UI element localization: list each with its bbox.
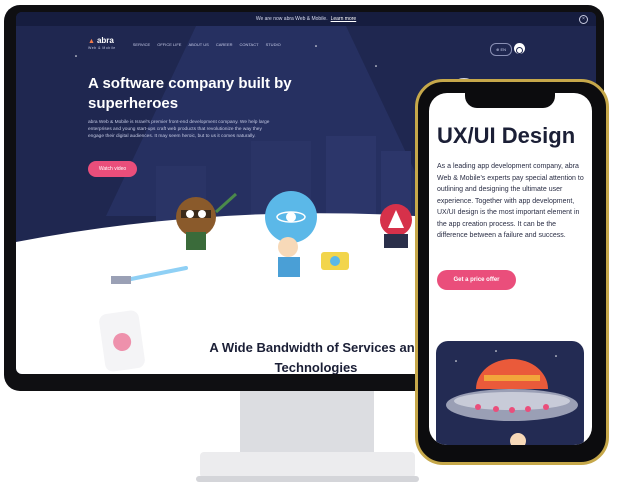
nav-item-service[interactable]: SERVICE bbox=[133, 42, 151, 47]
price-offer-button[interactable]: Get a price offer bbox=[437, 270, 516, 290]
announcement-banner: We are now abra Web & Mobile. Learn more … bbox=[16, 12, 596, 26]
monitor-stand-neck bbox=[240, 391, 374, 453]
phone-page-title: UX/UI Design bbox=[437, 123, 576, 148]
close-icon[interactable]: × bbox=[579, 15, 588, 24]
floating-card bbox=[98, 309, 146, 373]
phone-screen: UX/UI Design As a leading app developmen… bbox=[429, 93, 592, 445]
phone-page-text: As a leading app development company, ab… bbox=[437, 163, 584, 239]
phone-notch bbox=[465, 89, 555, 108]
main-nav: ▲ abra Web & Mobile SERVICE OFFICE LIFE A… bbox=[88, 36, 281, 52]
abra-logo[interactable]: ▲ abra Web & Mobile bbox=[88, 36, 116, 52]
angular-hero-icon bbox=[380, 204, 412, 248]
banner-text: We are now abra Web & Mobile. bbox=[255, 16, 328, 22]
globe-icon: ⊕ bbox=[495, 47, 500, 52]
nav-item-about-us[interactable]: ABOUT US bbox=[188, 42, 208, 47]
superhero-illustrations bbox=[111, 191, 412, 284]
ufo-dome-icon bbox=[476, 359, 548, 389]
logo-mark-icon: ▲ bbox=[88, 37, 95, 45]
theme-toggle-icon[interactable] bbox=[514, 43, 525, 54]
hero-description: abra Web & Mobile is Israel's premier fr… bbox=[88, 120, 270, 139]
react-hero-icon bbox=[265, 191, 349, 277]
services-section-title: A Wide Bandwidth of Services and Technol… bbox=[209, 340, 423, 374]
nav-item-studio[interactable]: STUDIO bbox=[266, 42, 281, 47]
monitor-stand-shadow bbox=[196, 476, 419, 482]
nav-item-contact[interactable]: CONTACT bbox=[240, 42, 259, 47]
learn-more-link[interactable]: Learn more bbox=[331, 16, 357, 22]
hero-title: A software company built by superheroes bbox=[88, 75, 292, 112]
lightsaber-icon bbox=[111, 266, 188, 284]
owl-hero-icon bbox=[176, 192, 238, 250]
language-button[interactable]: ⊕ EN bbox=[490, 43, 512, 56]
nav-item-career[interactable]: CAREER bbox=[216, 42, 233, 47]
monitor-stand-base bbox=[200, 452, 415, 478]
nav-item-office-life[interactable]: OFFICE LIFE bbox=[157, 42, 181, 47]
ufo-illustration-card bbox=[436, 341, 584, 445]
